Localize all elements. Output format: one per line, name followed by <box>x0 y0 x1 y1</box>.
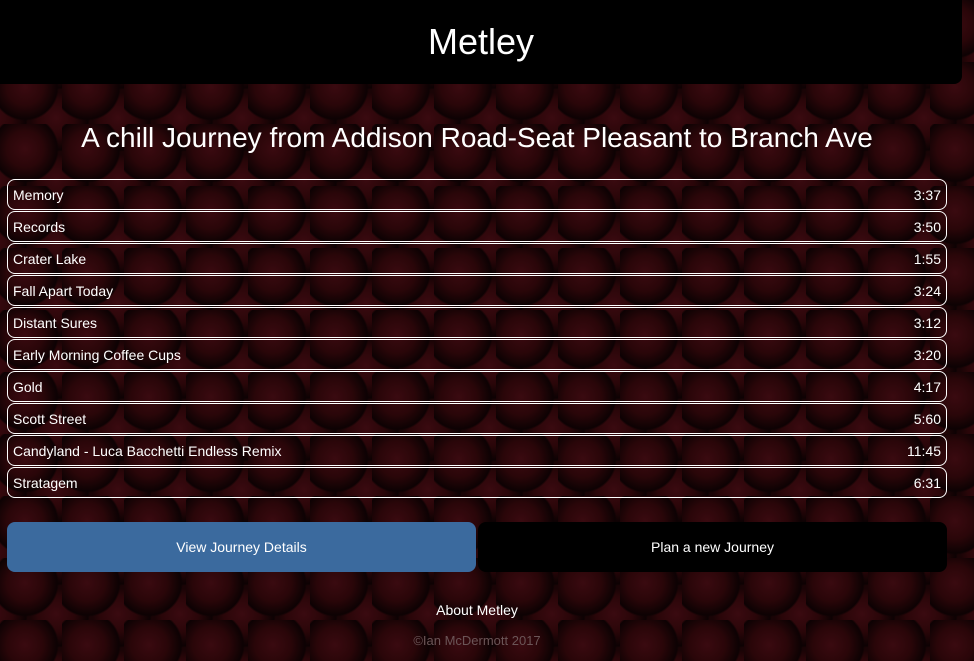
track-name: Distant Sures <box>13 314 98 331</box>
track-name: Stratagem <box>13 474 78 491</box>
journey-title: A chill Journey from Addison Road-Seat P… <box>81 122 873 153</box>
track-duration: 3:50 <box>913 218 941 235</box>
track-duration: 5:60 <box>913 410 941 427</box>
track-row[interactable]: Scott Street 5:60 <box>7 403 947 434</box>
track-name: Memory <box>13 186 64 203</box>
track-duration: 4:17 <box>913 378 941 395</box>
journey-actions: View Journey Details Plan a new Journey <box>7 522 947 572</box>
track-name: Fall Apart Today <box>13 282 114 299</box>
app-header: Metley <box>0 0 962 84</box>
track-row[interactable]: Crater Lake 1:55 <box>7 243 947 274</box>
track-row[interactable]: Distant Sures 3:12 <box>7 307 947 338</box>
track-duration: 3:24 <box>913 282 941 299</box>
track-name: Scott Street <box>13 410 87 427</box>
track-list: Memory 3:37 Records 3:50 Crater Lake 1:5… <box>7 179 947 499</box>
track-row[interactable]: Memory 3:37 <box>7 179 947 210</box>
track-duration: 3:12 <box>913 314 941 331</box>
view-journey-details-button[interactable]: View Journey Details <box>7 522 476 572</box>
track-duration: 1:55 <box>913 250 941 267</box>
track-name: Early Morning Coffee Cups <box>13 346 181 363</box>
track-duration: 3:37 <box>913 186 941 203</box>
app-title: Metley <box>427 21 535 62</box>
track-duration: 6:31 <box>913 474 941 491</box>
about-metley-link[interactable]: About Metley <box>0 602 954 618</box>
track-row[interactable]: Gold 4:17 <box>7 371 947 402</box>
track-name: Records <box>13 218 66 235</box>
track-row[interactable]: Stratagem 6:31 <box>7 467 947 498</box>
track-duration: 11:45 <box>907 442 941 459</box>
track-row[interactable]: Candyland - Luca Bacchetti Endless Remix… <box>7 435 947 466</box>
plan-new-journey-button[interactable]: Plan a new Journey <box>478 522 947 572</box>
track-name: Crater Lake <box>13 250 87 267</box>
track-duration: 3:20 <box>913 346 941 363</box>
track-row[interactable]: Fall Apart Today 3:24 <box>7 275 947 306</box>
track-row[interactable]: Records 3:50 <box>7 211 947 242</box>
track-name: Candyland - Luca Bacchetti Endless Remix <box>13 442 282 459</box>
track-row[interactable]: Early Morning Coffee Cups 3:20 <box>7 339 947 370</box>
track-name: Gold <box>13 378 43 395</box>
copyright-text: ©Ian McDermott 2017 <box>413 633 541 648</box>
